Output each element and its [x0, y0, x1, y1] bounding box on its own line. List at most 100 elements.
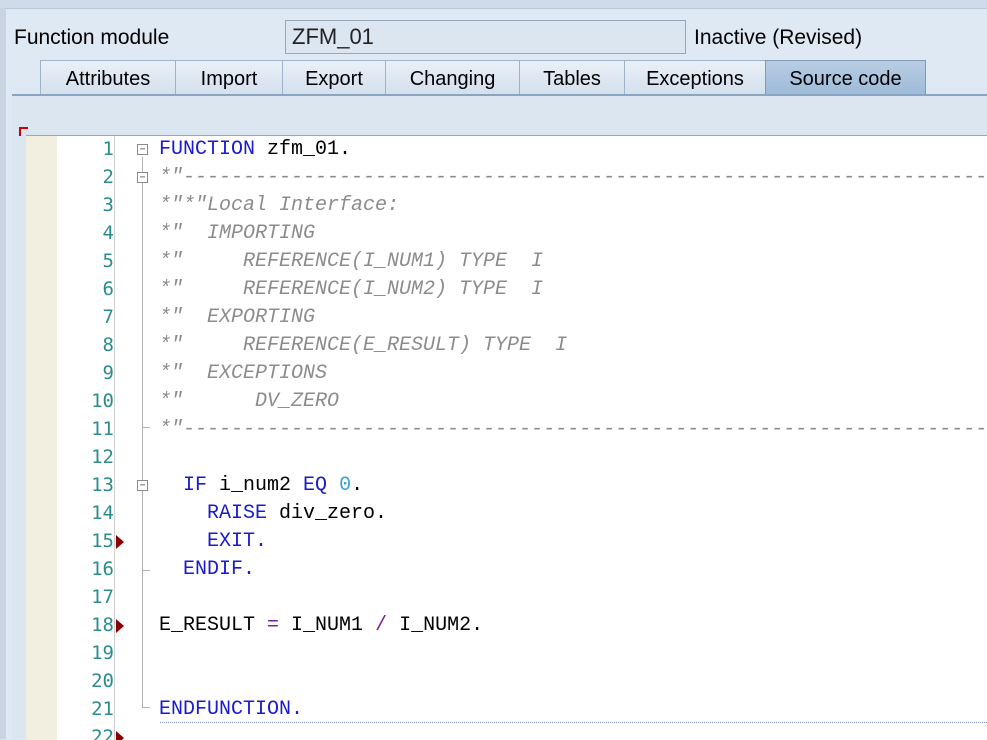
code-line: *" EXCEPTIONS [159, 360, 327, 388]
code-token: = [267, 614, 280, 637]
line-number: 1 [102, 138, 114, 160]
breakpoint-icon[interactable] [116, 619, 124, 633]
function-module-label: Function module [14, 26, 170, 49]
tab-label: Attributes [65, 68, 151, 90]
code-token: *"*"Local Interface: [159, 194, 400, 217]
line-number: 15 [91, 530, 114, 552]
code-editor[interactable]: − − − 1 FUNCTION zfm_01. 2 *"--------------… [26, 135, 987, 740]
code-token: div_zero. [267, 502, 388, 525]
code-line: *" IMPORTING [159, 220, 315, 248]
function-module-field[interactable] [285, 20, 686, 54]
code-token: E_RESULT [159, 614, 268, 637]
code-line: *" EXPORTING [159, 304, 315, 332]
breakpoint-icon[interactable] [116, 535, 124, 549]
line-number: 18 [91, 614, 114, 636]
status-text: Inactive (Revised) [694, 26, 863, 49]
tab-exceptions[interactable]: Exceptions [624, 60, 766, 94]
line-number: 4 [102, 222, 114, 244]
tab-changing[interactable]: Changing [385, 60, 520, 94]
code-token: I_NUM1 [279, 614, 376, 637]
window-top-strip [0, 0, 987, 9]
tab-import[interactable]: Import [175, 60, 283, 94]
line-number: 10 [91, 390, 114, 412]
tab-tables[interactable]: Tables [519, 60, 625, 94]
code-line: IF i_num2 EQ 0. [159, 472, 363, 500]
line-number: 17 [91, 586, 114, 608]
line-number: 14 [91, 502, 114, 524]
tab-strip: Attributes Import Export Changing Tables… [12, 56, 987, 96]
tab-label: Tables [543, 68, 601, 90]
gutter-separator [114, 136, 115, 740]
tab-export[interactable]: Export [282, 60, 386, 94]
code-token: IF [183, 474, 208, 497]
tab-label: Import [200, 68, 258, 90]
code-token: *" IMPORTING [159, 222, 316, 245]
code-token: zfm_01. [255, 138, 352, 161]
code-token: 0 [339, 474, 352, 497]
code-line: RAISE div_zero. [159, 500, 387, 528]
code-token: *" DV_ZERO [159, 390, 340, 413]
tab-label: Changing [409, 68, 496, 90]
line-number: 12 [91, 446, 114, 468]
code-token: *" REFERENCE(E_RESULT) TYPE I [159, 334, 568, 357]
fold-guide [142, 157, 143, 427]
code-token: EXIT. [207, 530, 268, 553]
code-token: FUNCTION [159, 138, 256, 161]
tab-label: Exceptions [646, 68, 744, 90]
code-line: *" DV_ZERO [159, 388, 339, 416]
left-edge [0, 8, 6, 739]
code-token: ENDFUNCTION. [159, 698, 304, 721]
tab-attributes[interactable]: Attributes [40, 60, 176, 94]
code-line: *"--------------------------------------… [159, 164, 987, 192]
line-number: 7 [102, 306, 114, 328]
code-token: i_num2 [207, 474, 304, 497]
line-number: 8 [102, 334, 114, 356]
code-token: ENDIF. [183, 558, 256, 581]
fold-toggle-icon[interactable]: − [137, 480, 148, 491]
fold-toggle-icon[interactable]: − [137, 172, 148, 183]
tab-label: Source code [789, 68, 902, 90]
code-token: I_NUM2. [387, 614, 484, 637]
code-token: *"--------------------------------------… [159, 418, 987, 441]
end-of-source-line [160, 722, 987, 723]
code-line: EXIT. [159, 528, 267, 556]
line-number: 11 [91, 418, 114, 440]
code-line: *"--------------------------------------… [159, 416, 987, 444]
line-number: 9 [102, 362, 114, 384]
fold-guide [142, 427, 143, 707]
fold-guide-end [142, 570, 150, 571]
line-number: 21 [91, 698, 114, 720]
code-line: *" REFERENCE(E_RESULT) TYPE I [159, 332, 567, 360]
line-number: 5 [102, 250, 114, 272]
line-number: 13 [91, 474, 114, 496]
code-token: *" REFERENCE(I_NUM1) TYPE I [159, 250, 544, 273]
code-token: EQ [303, 474, 328, 497]
code-line: *" REFERENCE(I_NUM1) TYPE I [159, 248, 543, 276]
code-line: ENDIF. [159, 556, 255, 584]
fold-toggle-icon[interactable]: − [137, 144, 148, 155]
code-token: *" EXPORTING [159, 306, 316, 329]
code-token: / [375, 614, 388, 637]
code-line: ENDFUNCTION. [159, 696, 303, 724]
line-number: 2 [102, 166, 114, 188]
line-number: 3 [102, 194, 114, 216]
code-line: *"*"Local Interface: [159, 192, 399, 220]
code-token: . [351, 474, 364, 497]
code-line: E_RESULT = I_NUM1 / I_NUM2. [159, 612, 483, 640]
code-token: *"--------------------------------------… [159, 166, 987, 189]
line-number: 20 [91, 670, 114, 692]
fold-guide-end [142, 707, 150, 708]
code-token: RAISE [207, 502, 268, 525]
code-line: FUNCTION zfm_01. [159, 136, 351, 164]
line-number: 19 [91, 642, 114, 664]
tab-source-code[interactable]: Source code [765, 60, 926, 94]
code-line: *" REFERENCE(I_NUM2) TYPE I [159, 276, 543, 304]
tab-label: Export [305, 68, 363, 90]
line-number: 6 [102, 278, 114, 300]
line-number: 22 [91, 726, 114, 740]
